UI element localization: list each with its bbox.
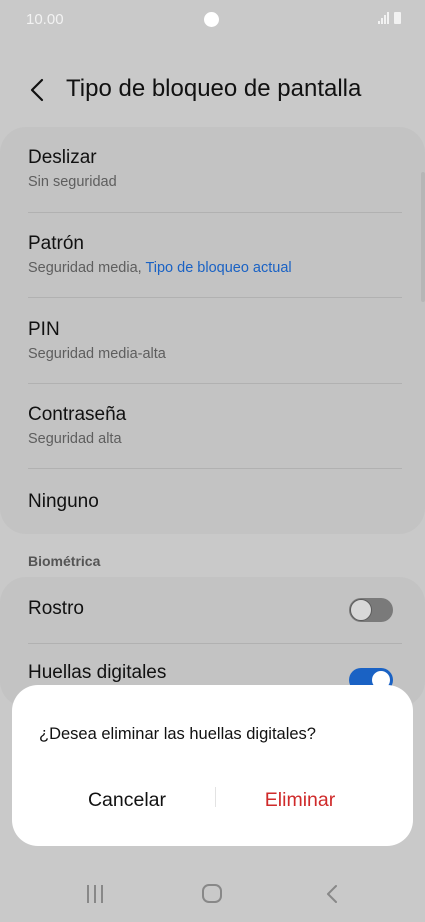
option-title: Patrón xyxy=(28,233,84,254)
biometric-fingerprint-row[interactable]: Huellas digitales xyxy=(28,662,402,684)
option-subtitle-text: Seguridad media, xyxy=(28,260,146,276)
page-title: Tipo de bloqueo de pantalla xyxy=(66,75,362,102)
divider xyxy=(28,643,402,644)
divider xyxy=(28,468,402,469)
recent-apps-icon[interactable] xyxy=(85,884,105,904)
biometric-face-row[interactable]: Rostro xyxy=(28,598,402,620)
nav-back-icon[interactable] xyxy=(325,883,339,905)
option-password[interactable]: Contraseña Seguridad alta xyxy=(28,404,402,447)
option-subtitle: Seguridad media, Tipo de bloqueo actual xyxy=(28,260,402,276)
option-pin[interactable]: PIN Seguridad media-alta xyxy=(28,319,402,362)
toggle-knob xyxy=(350,599,372,621)
battery-icon xyxy=(394,12,401,24)
delete-fingerprints-dialog: ¿Desea eliminar las huellas digitales? C… xyxy=(12,685,413,846)
cancel-button[interactable]: Cancelar xyxy=(37,785,217,815)
lock-options-card: Deslizar Sin seguridad Patrón Seguridad … xyxy=(0,127,425,534)
option-title: Contraseña xyxy=(28,404,127,425)
status-icons xyxy=(378,12,401,24)
option-title: Huellas digitales xyxy=(28,662,167,683)
option-title: Ninguno xyxy=(28,491,99,512)
face-toggle[interactable] xyxy=(349,598,393,622)
signal-icon xyxy=(378,12,390,24)
divider xyxy=(28,297,402,298)
scrollbar[interactable] xyxy=(421,172,425,302)
delete-button[interactable]: Eliminar xyxy=(210,785,390,815)
front-camera xyxy=(204,12,219,27)
option-subtitle: Seguridad media-alta xyxy=(28,346,166,362)
home-icon[interactable] xyxy=(202,884,222,903)
section-label-biometrics: Biométrica xyxy=(28,553,101,569)
navigation-bar xyxy=(0,866,425,922)
option-none[interactable]: Ninguno xyxy=(28,491,402,513)
option-pattern[interactable]: Patrón Seguridad media, Tipo de bloqueo … xyxy=(28,233,402,276)
status-bar: 10.00 xyxy=(0,0,425,40)
option-subtitle: Sin seguridad xyxy=(28,174,117,190)
option-title: Rostro xyxy=(28,598,84,619)
status-time: 10.00 xyxy=(26,11,64,28)
screen: 10.00 Tipo de bloqueo de pantalla Desliz… xyxy=(0,0,425,922)
option-title: PIN xyxy=(28,319,60,340)
divider xyxy=(28,212,402,213)
option-title: Deslizar xyxy=(28,147,97,168)
dialog-message: ¿Desea eliminar las huellas digitales? xyxy=(39,725,316,743)
back-arrow-icon[interactable] xyxy=(28,77,50,103)
divider xyxy=(28,383,402,384)
app-header: Tipo de bloqueo de pantalla xyxy=(0,60,425,120)
option-swipe[interactable]: Deslizar Sin seguridad xyxy=(28,147,402,190)
current-lock-type-label: Tipo de bloqueo actual xyxy=(145,260,292,276)
option-subtitle: Seguridad alta xyxy=(28,431,122,447)
